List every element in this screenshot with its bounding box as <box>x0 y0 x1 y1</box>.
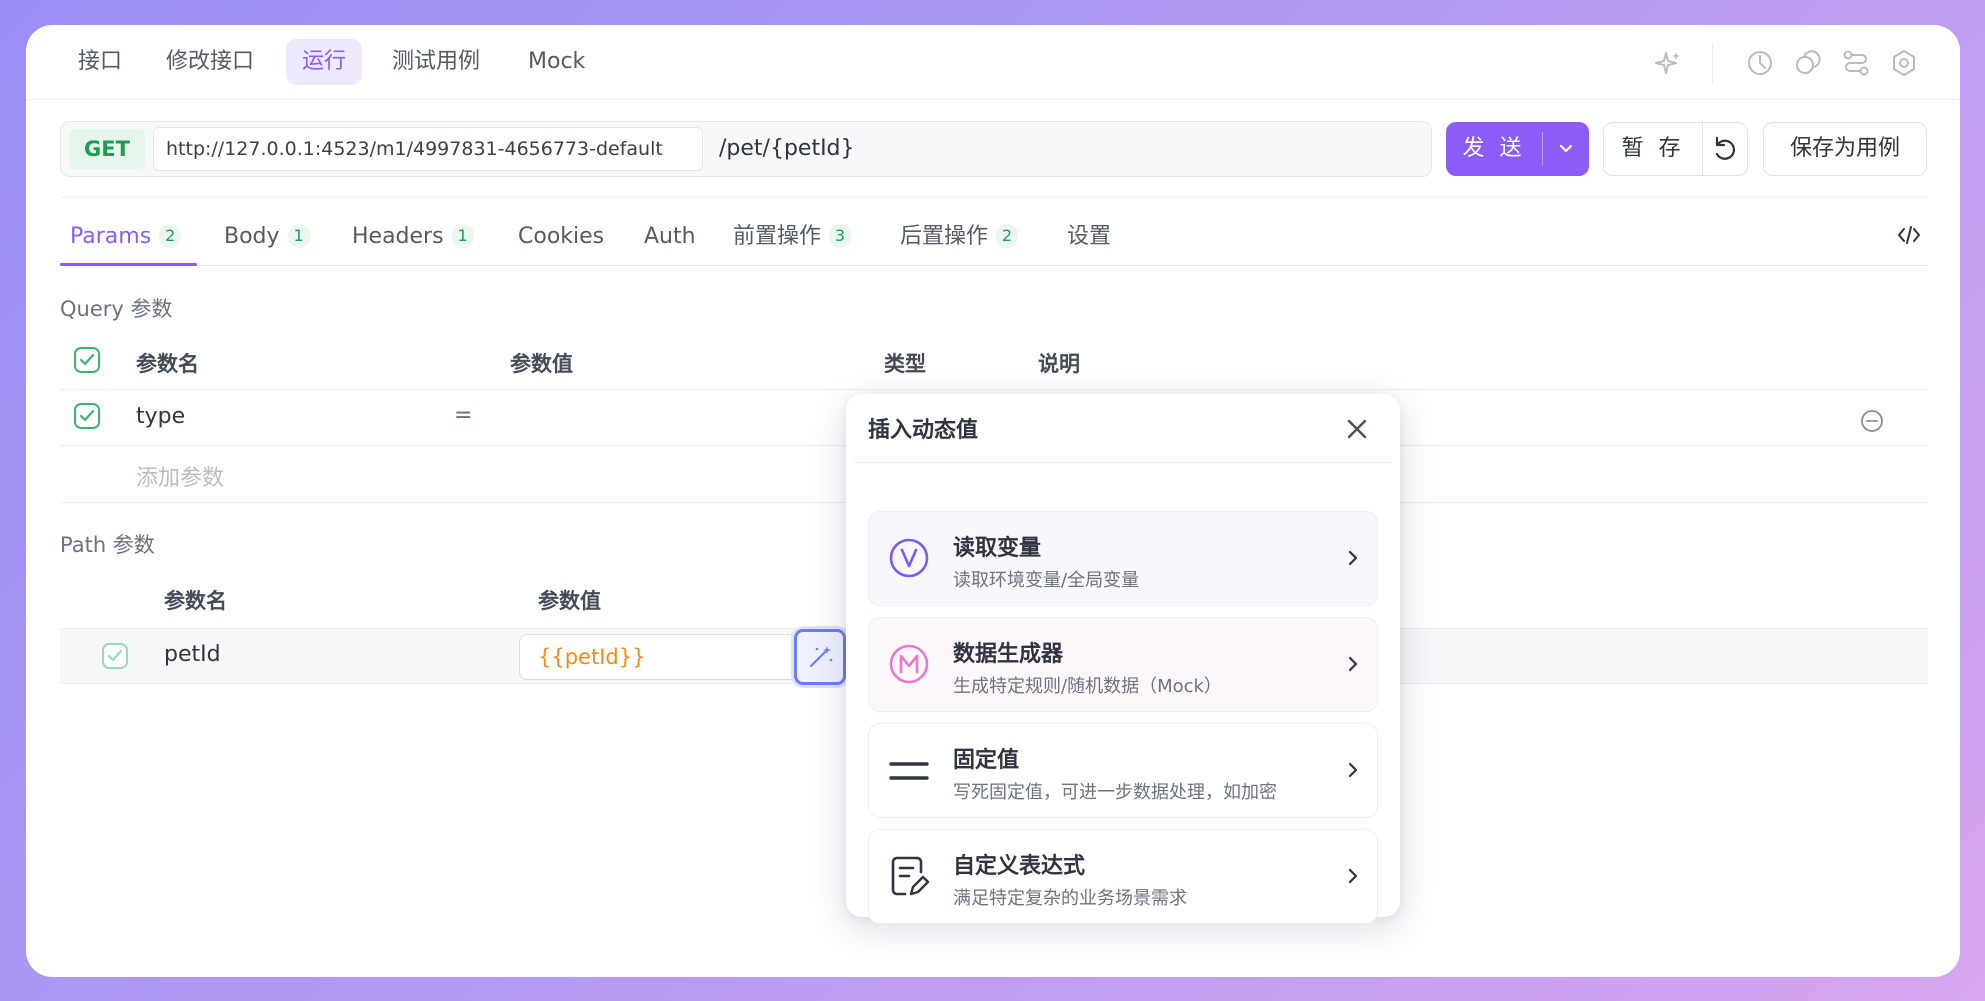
tab-pre-operations[interactable]: 前置操作 3 <box>733 217 852 257</box>
equals-sign: = <box>454 403 473 428</box>
save-draft-button[interactable]: 暂 存 <box>1603 122 1748 176</box>
toolbar-divider <box>1712 43 1713 83</box>
tab-label: Body <box>224 224 280 249</box>
count-badge: 1 <box>287 224 310 248</box>
url-bar: GET http://127.0.0.1:4523/m1/4997831-465… <box>60 121 1432 177</box>
option-desc: 满足特定复杂的业务场景需求 <box>953 888 1187 909</box>
path-header-name: 参数名 <box>164 589 227 613</box>
tab-interface[interactable]: 接口 <box>62 39 138 85</box>
insert-dynamic-value-popover: 插入动态值 读取变量 读取环境变量/全局变量 数据生成器 生成特定规则/随机数据… <box>846 394 1400 924</box>
request-tabs-underline <box>60 265 1928 266</box>
chevron-right-icon <box>1348 868 1358 884</box>
send-button-label: 发 送 <box>1462 136 1526 161</box>
save-as-case-button[interactable]: 保存为用例 <box>1763 122 1927 176</box>
path-input[interactable]: /pet/{petId} <box>719 122 855 176</box>
path-section-label: Path 参数 <box>60 533 155 557</box>
option-title: 固定值 <box>953 748 1020 773</box>
popover-divider <box>854 462 1392 463</box>
chevron-down-icon[interactable] <box>1543 122 1589 176</box>
flow-route-icon[interactable] <box>1842 49 1870 77</box>
variable-icon <box>889 538 929 578</box>
option-fixed-value[interactable]: 固定值 写死固定值，可进一步数据处理，如加密 <box>868 723 1378 818</box>
option-title: 读取变量 <box>953 536 1042 561</box>
chevron-right-icon <box>1348 762 1358 778</box>
tab-params[interactable]: Params 2 <box>70 217 182 257</box>
query-header-value: 参数值 <box>510 352 573 376</box>
code-icon[interactable] <box>1896 222 1922 248</box>
copy-shapes-icon[interactable] <box>1794 49 1822 77</box>
tab-label: 前置操作 <box>733 224 822 249</box>
row-divider <box>60 389 1928 390</box>
active-tab-indicator <box>60 263 197 266</box>
add-param-placeholder[interactable]: 添加参数 <box>136 460 224 492</box>
history-icon[interactable] <box>1746 49 1774 77</box>
equals-icon <box>889 762 929 780</box>
popover-title: 插入动态值 <box>868 418 979 443</box>
count-badge: 1 <box>451 224 474 248</box>
mock-icon <box>889 644 929 684</box>
tab-auth[interactable]: Auth <box>644 217 696 257</box>
option-data-generator[interactable]: 数据生成器 生成特定规则/随机数据（Mock） <box>868 617 1378 712</box>
count-badge: 3 <box>829 224 852 248</box>
tab-settings[interactable]: 设置 <box>1067 217 1111 257</box>
magic-wand-icon <box>810 646 833 667</box>
check-icon <box>79 353 95 366</box>
row-checkbox[interactable] <box>74 403 100 429</box>
option-title: 自定义表达式 <box>953 854 1086 879</box>
tab-cookies[interactable]: Cookies <box>518 217 604 257</box>
path-param-value-input[interactable]: {{petId}} <box>519 634 819 680</box>
chevron-right-icon <box>1348 656 1358 672</box>
tab-label: Params <box>70 224 152 249</box>
send-button[interactable]: 发 送 <box>1446 122 1589 176</box>
chevron-right-icon <box>1348 550 1358 566</box>
tab-run[interactable]: 运行 <box>286 39 363 85</box>
save-draft-label: 暂 存 <box>1621 136 1685 161</box>
base-url-field[interactable]: http://127.0.0.1:4523/m1/4997831-4656773… <box>153 127 703 171</box>
tab-body[interactable]: Body 1 <box>224 217 310 257</box>
select-all-checkbox[interactable] <box>74 347 100 373</box>
tab-label: 后置操作 <box>900 224 989 249</box>
tab-headers[interactable]: Headers 1 <box>352 217 474 257</box>
tab-label: Headers <box>352 224 444 249</box>
tab-post-operations[interactable]: 后置操作 2 <box>900 217 1019 257</box>
option-custom-expression[interactable]: 自定义表达式 满足特定复杂的业务场景需求 <box>868 829 1378 924</box>
top-tab-bar: 接口 修改接口 运行 测试用例 Mock <box>26 25 1960 100</box>
option-desc: 写死固定值，可进一步数据处理，如加密 <box>953 782 1277 803</box>
tab-mock[interactable]: Mock <box>512 39 601 85</box>
query-header-desc: 说明 <box>1038 352 1080 376</box>
remove-row-icon[interactable] <box>1860 409 1884 433</box>
query-header-name: 参数名 <box>136 352 199 376</box>
method-select[interactable]: GET <box>69 129 145 169</box>
option-desc: 生成特定规则/随机数据（Mock） <box>953 676 1222 697</box>
expression-icon <box>891 856 930 896</box>
param-name[interactable]: type <box>136 404 185 429</box>
path-param-name: petId <box>164 642 221 667</box>
close-icon[interactable] <box>1344 416 1370 442</box>
tab-edit-interface[interactable]: 修改接口 <box>150 39 270 85</box>
option-desc: 读取环境变量/全局变量 <box>953 570 1140 591</box>
tab-test-cases[interactable]: 测试用例 <box>376 39 496 85</box>
app-window: 接口 修改接口 运行 测试用例 Mock GET http://127.0.0.… <box>26 25 1960 977</box>
query-section-label: Query 参数 <box>60 297 173 321</box>
query-header-type: 类型 <box>884 352 926 376</box>
path-row-checkbox[interactable] <box>102 643 128 669</box>
option-title: 数据生成器 <box>953 642 1064 667</box>
option-read-variable[interactable]: 读取变量 读取环境变量/全局变量 <box>868 511 1378 606</box>
check-icon <box>79 409 95 422</box>
path-header-value: 参数值 <box>538 589 601 613</box>
settings-icon[interactable] <box>1890 49 1918 77</box>
ai-sparkle-icon[interactable] <box>1654 49 1682 77</box>
count-badge: 2 <box>996 224 1019 248</box>
dynamic-value-button[interactable] <box>794 629 846 685</box>
check-icon <box>107 649 123 662</box>
undo-icon[interactable] <box>1703 123 1747 175</box>
count-badge: 2 <box>159 224 182 248</box>
